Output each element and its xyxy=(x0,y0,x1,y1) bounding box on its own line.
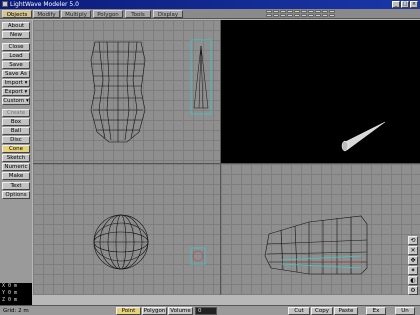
layer-button[interactable] xyxy=(308,10,314,13)
readout-z: Z 0 m xyxy=(2,297,18,303)
viewport-side[interactable] xyxy=(221,164,420,295)
perspective-view xyxy=(341,121,386,152)
rotate-view-icon[interactable]: ⟲ xyxy=(408,236,418,245)
viewport-divider-horizontal[interactable] xyxy=(33,163,420,164)
toolbar-ball-button[interactable]: Ball xyxy=(2,127,30,135)
selection-count-field: 0 xyxy=(195,307,217,315)
layer-button[interactable] xyxy=(329,14,335,17)
toolbar-create-button: Create xyxy=(2,109,30,117)
layer-button[interactable] xyxy=(301,14,307,17)
readout-x: X 0 m xyxy=(2,283,18,289)
mode-volume-button[interactable]: Volume xyxy=(168,307,193,315)
toolbar-disc-button[interactable]: Disc xyxy=(2,136,30,144)
render-icon[interactable]: ◐ xyxy=(408,276,418,285)
mode-point-button[interactable]: Point xyxy=(116,307,141,315)
viewport-perspective[interactable] xyxy=(221,20,420,163)
toolbar-close-button[interactable]: Close xyxy=(2,43,30,51)
layer-button[interactable] xyxy=(315,14,321,17)
toolbar-numeric-button[interactable]: Numeric xyxy=(2,163,30,171)
toolbar-sketch-button[interactable]: Sketch xyxy=(2,154,30,162)
grid-size-label: Grid: 2 m xyxy=(3,308,29,314)
app-icon xyxy=(2,1,8,7)
tab-polygon[interactable]: Polygon xyxy=(93,10,123,18)
mode-polygon-button[interactable]: Polygon xyxy=(142,307,167,315)
toolbar-cone-button[interactable]: Cone xyxy=(2,145,30,153)
layer-button[interactable] xyxy=(294,10,300,13)
tab-tools[interactable]: Tools xyxy=(125,10,151,18)
viewport-front[interactable] xyxy=(33,164,220,295)
toolbar-load-button[interactable]: Load xyxy=(2,52,30,60)
move-view-icon[interactable]: ✥ xyxy=(408,256,418,265)
left-toolbar: About New Close Load Save Save As Import ▾ Expo… xyxy=(0,20,32,295)
layer-button[interactable] xyxy=(329,10,335,13)
tab-objects[interactable]: Objects xyxy=(2,10,32,18)
toolbar-about-button[interactable]: About xyxy=(2,22,30,30)
readout-y: Y 0 m xyxy=(2,290,18,296)
copy-button[interactable]: Copy xyxy=(311,307,333,315)
toolbar-make-button[interactable]: Make xyxy=(2,172,30,180)
layer-button[interactable] xyxy=(301,10,307,13)
viewport-divider-vertical[interactable] xyxy=(220,20,221,295)
layer-button[interactable] xyxy=(273,14,279,17)
coordinate-readout: X 0 m Y 0 m Z 0 m xyxy=(0,283,32,305)
layer-buttons xyxy=(266,10,335,17)
layer-button[interactable] xyxy=(273,10,279,13)
maximize-button[interactable]: □ xyxy=(401,1,409,8)
top-view-wireframe xyxy=(90,39,212,143)
layer-button[interactable] xyxy=(287,10,293,13)
toolbar-save-button[interactable]: Save xyxy=(2,61,30,69)
toolbar-export-button[interactable]: Export ▾ xyxy=(2,88,30,96)
view-control-icons: ⟲ ✕ ✥ ✶ ◐ ⚙ xyxy=(408,236,420,296)
cut-button[interactable]: Cut xyxy=(288,307,310,315)
toolbar-custom-button[interactable]: Custom ▾ xyxy=(2,97,30,105)
layer-button[interactable] xyxy=(280,10,286,13)
close-window-button[interactable]: × xyxy=(410,1,418,8)
front-view-wireframe xyxy=(93,214,206,270)
tab-multiply[interactable]: Multiply xyxy=(61,10,91,18)
menu-tab-bar: Objects Modify Multiply Polygon Tools Di… xyxy=(0,9,420,19)
toolbar-text-button[interactable]: Text xyxy=(2,182,30,190)
minimize-button[interactable]: _ xyxy=(392,1,400,8)
tab-modify[interactable]: Modify xyxy=(33,10,60,18)
title-bar: LightWave Modeler 5.0 _ □ × xyxy=(0,0,420,9)
window-title: LightWave Modeler 5.0 xyxy=(10,1,79,8)
layer-button[interactable] xyxy=(322,10,328,13)
toolbar-box-button[interactable]: Box xyxy=(2,118,30,126)
toolbar-options-button[interactable]: Options xyxy=(2,191,30,199)
layer-button[interactable] xyxy=(294,14,300,17)
toolbar-import-button[interactable]: Import ▾ xyxy=(2,79,30,87)
undo-button[interactable]: Un xyxy=(395,307,415,315)
settings-icon[interactable]: ⚙ xyxy=(408,286,418,295)
viewport-top[interactable] xyxy=(33,20,220,163)
status-bar: Grid: 2 m Point Polygon Volume 0 Cut Cop… xyxy=(0,305,420,315)
layer-button[interactable] xyxy=(266,10,272,13)
layer-button[interactable] xyxy=(287,14,293,17)
layer-button[interactable] xyxy=(315,10,321,13)
layer-button[interactable] xyxy=(266,14,272,17)
layer-button[interactable] xyxy=(308,14,314,17)
extra-button[interactable]: Ex xyxy=(366,307,386,315)
layer-button[interactable] xyxy=(322,14,328,17)
toolbar-new-button[interactable]: New xyxy=(2,31,30,39)
paste-button[interactable]: Paste xyxy=(334,307,358,315)
light-icon[interactable]: ✶ xyxy=(408,266,418,275)
side-view-wireframe xyxy=(264,215,368,275)
toolbar-save-as-button[interactable]: Save As xyxy=(2,70,30,78)
layer-button[interactable] xyxy=(280,14,286,17)
tab-display[interactable]: Display xyxy=(153,10,183,18)
zoom-icon[interactable]: ✕ xyxy=(408,246,418,255)
